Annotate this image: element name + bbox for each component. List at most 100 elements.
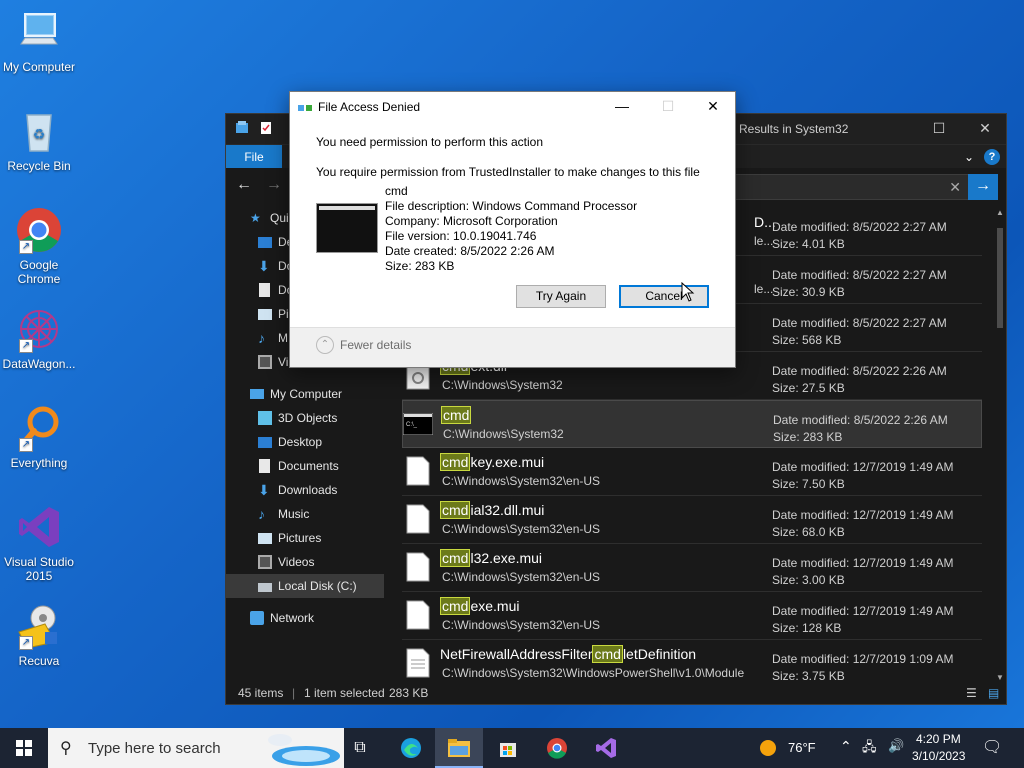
scroll-down-icon[interactable]: ▼ (996, 673, 1004, 682)
list-item[interactable]: cmd l32.exe.mui C:\Windows\System32\en-US… (402, 544, 982, 592)
notifications-icon[interactable]: 🗨 (982, 737, 1002, 757)
cmd-console-icon: C:\_ (402, 412, 434, 436)
music-icon: ♪ (258, 330, 265, 346)
minimize-icon: — (615, 98, 629, 114)
list-item-selected[interactable]: C:\_ cmd C:\Windows\System32 Date modifi… (402, 400, 982, 448)
desktop-icon-visual-studio[interactable]: Visual Studio 2015 (2, 503, 76, 583)
taskbar: ⚲ Type here to search ⧉ 76°F ⌃ 🖧 🔊 4:20 … (0, 728, 1024, 768)
chrome-icon (546, 737, 568, 759)
nav-local-disk[interactable]: Local Disk (C:) (226, 574, 384, 598)
desktop-icon-recycle-bin[interactable]: ♻ Recycle Bin (2, 107, 76, 173)
file-icon (406, 600, 430, 630)
taskbar-edge-button[interactable] (387, 728, 435, 768)
task-view-button[interactable]: ⧉ (336, 728, 384, 768)
help-icon[interactable]: ? (984, 149, 1000, 165)
visual-studio-icon (595, 737, 617, 758)
chevron-up-icon: ⌃ (316, 336, 334, 354)
task-view-icon: ⧉ (354, 739, 366, 756)
vertical-scrollbar[interactable]: ▲ ▼ (994, 206, 1006, 684)
list-item[interactable]: cmd ial32.dll.mui C:\Windows\System32\en-… (402, 496, 982, 544)
download-icon: ⬇ (258, 258, 270, 274)
mouse-cursor-icon (681, 281, 695, 302)
nav-pictures[interactable]: Pictures (226, 526, 384, 550)
dialog-minimize-button[interactable]: — (600, 92, 644, 122)
desktop-icon-my-computer[interactable]: My Computer (2, 8, 76, 74)
search-input[interactable]: ✕ (712, 174, 970, 200)
star-icon: ★ (250, 211, 261, 225)
desktop-icon (258, 237, 272, 248)
weather-temperature[interactable]: 76°F (788, 740, 816, 755)
nav-videos[interactable]: Videos (226, 550, 384, 574)
list-item[interactable]: cmd key.exe.mui C:\Windows\System32\en-US… (402, 448, 982, 496)
store-icon (498, 739, 518, 757)
music-icon: ♪ (258, 506, 265, 522)
document-icon (259, 283, 270, 297)
desktop-icon-datawagon[interactable]: ↗ DataWagon... (2, 305, 76, 371)
everything-search-icon: ↗ (15, 404, 63, 452)
scroll-up-icon[interactable]: ▲ (996, 208, 1004, 217)
explorer-maximize-button[interactable]: ☐ (916, 114, 962, 144)
desktop-icon-everything[interactable]: ↗ Everything (2, 404, 76, 470)
cancel-button[interactable]: Cancel (619, 285, 709, 308)
search-go-button[interactable]: → (968, 174, 998, 200)
3d-objects-icon (258, 411, 272, 425)
nav-music[interactable]: ♪ Music (226, 502, 384, 526)
show-hidden-icons-chevron-icon[interactable]: ⌃ (840, 738, 852, 755)
shortcut-arrow-icon: ↗ (19, 339, 33, 353)
taskbar-store-button[interactable] (484, 728, 532, 768)
videos-icon (258, 355, 272, 369)
file-operation-icon (298, 102, 312, 112)
dialog-titlebar: File Access Denied — ☐ ✕ (290, 92, 735, 122)
volume-icon[interactable]: 🔊 (888, 738, 904, 754)
start-button[interactable] (0, 728, 48, 768)
quick-access-toolbar (234, 120, 274, 136)
shortcut-arrow-icon: ↗ (19, 240, 33, 254)
list-item[interactable]: NetFirewallAddressFilter cmd letDefinition… (402, 640, 982, 684)
taskbar-file-explorer-button[interactable] (435, 728, 483, 768)
shortcut-arrow-icon: ↗ (19, 636, 33, 650)
clear-search-icon[interactable]: ✕ (949, 179, 961, 196)
details-view-icon[interactable]: ☰ (966, 686, 977, 700)
computer-icon (250, 389, 264, 399)
taskbar-chrome-button[interactable] (533, 728, 581, 768)
taskbar-search-input[interactable]: ⚲ Type here to search (48, 728, 344, 768)
taskbar-visual-studio-button[interactable] (582, 728, 630, 768)
file-tab[interactable]: File (226, 145, 282, 169)
shortcut-arrow-icon: ↗ (19, 438, 33, 452)
maximize-icon: ☐ (932, 120, 946, 136)
list-item[interactable]: cmd exe.mui C:\Windows\System32\en-US Dat… (402, 592, 982, 640)
clock-date[interactable]: 3/10/2023 (912, 749, 965, 763)
back-arrow-icon[interactable]: ← (236, 176, 252, 194)
weather-sun-icon[interactable] (758, 738, 778, 761)
tiles-view-icon[interactable]: ▤ (988, 686, 999, 700)
forward-arrow-icon[interactable]: → (266, 176, 282, 194)
folder-icon (448, 738, 470, 757)
properties-icon[interactable] (258, 120, 274, 136)
desktop-icon-recuva[interactable]: ↗ Recuva (2, 602, 76, 668)
nav-3d-objects[interactable]: 3D Objects (226, 406, 384, 430)
desktop-icon (258, 437, 272, 448)
desktop-icon-chrome[interactable]: ↗ Google Chrome (2, 206, 76, 286)
arrow-right-icon: → (975, 177, 991, 194)
drive-icon (258, 583, 272, 592)
nav-desktop[interactable]: Desktop (226, 430, 384, 454)
expand-ribbon-icon[interactable]: ⌄ (964, 150, 974, 164)
nav-downloads[interactable]: ⬇ Downloads (226, 478, 384, 502)
nav-documents[interactable]: Documents (226, 454, 384, 478)
pictures-icon (258, 533, 272, 544)
try-again-button[interactable]: Try Again (516, 285, 606, 308)
file-icon (406, 456, 430, 486)
file-icon (406, 552, 430, 582)
nav-my-computer[interactable]: My Computer (226, 382, 384, 406)
windows-logo-icon (16, 739, 32, 756)
nav-network[interactable]: Network (226, 606, 384, 630)
clock-time[interactable]: 4:20 PM (916, 732, 961, 746)
network-icon[interactable]: 🖧 (862, 738, 877, 760)
file-icon (406, 648, 430, 678)
svg-text:C:\_: C:\_ (406, 422, 418, 428)
scrollbar-thumb[interactable] (997, 228, 1003, 328)
explorer-close-button[interactable]: ✕ (962, 114, 1008, 144)
dialog-maximize-button: ☐ (646, 92, 690, 122)
download-icon: ⬇ (258, 482, 270, 498)
dialog-close-button[interactable]: ✕ (691, 92, 735, 122)
